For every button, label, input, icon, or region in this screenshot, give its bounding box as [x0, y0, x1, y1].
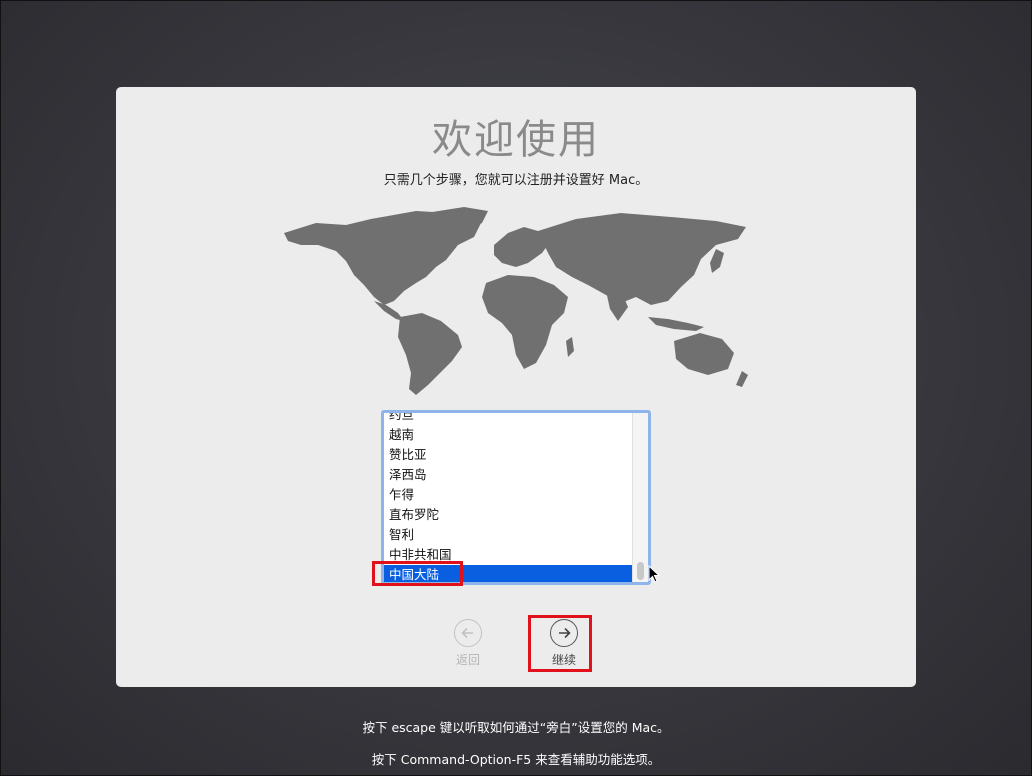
- welcome-title: 欢迎使用: [432, 117, 600, 163]
- list-item[interactable]: 泽西岛: [384, 465, 636, 485]
- voiceover-hint: 按下 escape 键以听取如何通过“旁白”设置您的 Mac。: [362, 720, 670, 735]
- map-south-america: [398, 313, 462, 395]
- list-item[interactable]: 越南: [384, 425, 636, 445]
- accessibility-hint: 按下 Command-Option-F5 来查看辅助功能选项。: [371, 752, 661, 767]
- continue-button[interactable]: 继续: [534, 619, 594, 668]
- map-australia: [674, 333, 734, 375]
- list-item-selected[interactable]: 中国大陆: [384, 565, 636, 582]
- list-item[interactable]: 乍得: [384, 485, 636, 505]
- arrow-right-icon: [550, 619, 578, 647]
- list-item[interactable]: 直布罗陀: [384, 505, 636, 525]
- map-central-america: [374, 301, 404, 321]
- list-item[interactable]: 中非共和国: [384, 545, 636, 565]
- setup-assistant-panel: 欢迎使用 只需几个步骤，您就可以注册并设置好 Mac。 约旦 越南 赞比亚 泽西…: [116, 87, 916, 687]
- welcome-subtitle: 只需几个步骤，您就可以注册并设置好 Mac。: [383, 173, 649, 188]
- map-japan: [710, 249, 724, 273]
- mouse-cursor-icon: [648, 565, 661, 583]
- back-label: 返回: [455, 653, 480, 667]
- arrow-left-icon: [454, 619, 482, 647]
- map-africa: [482, 275, 568, 369]
- continue-label: 继续: [551, 653, 576, 667]
- list-item[interactable]: 约旦: [384, 413, 636, 425]
- list-item[interactable]: 赞比亚: [384, 445, 636, 465]
- back-button[interactable]: 返回: [438, 619, 498, 668]
- list-item[interactable]: 智利: [384, 525, 636, 545]
- country-region-list[interactable]: 约旦 越南 赞比亚 泽西岛 乍得 直布罗陀 智利 中非共和国 中国大陆: [381, 410, 651, 585]
- map-madagascar: [566, 337, 574, 357]
- list-scrollbar[interactable]: [632, 413, 648, 582]
- map-new-zealand: [736, 371, 748, 387]
- scrollbar-thumb[interactable]: [637, 562, 644, 580]
- world-map: [284, 207, 748, 395]
- map-indonesia: [648, 317, 704, 331]
